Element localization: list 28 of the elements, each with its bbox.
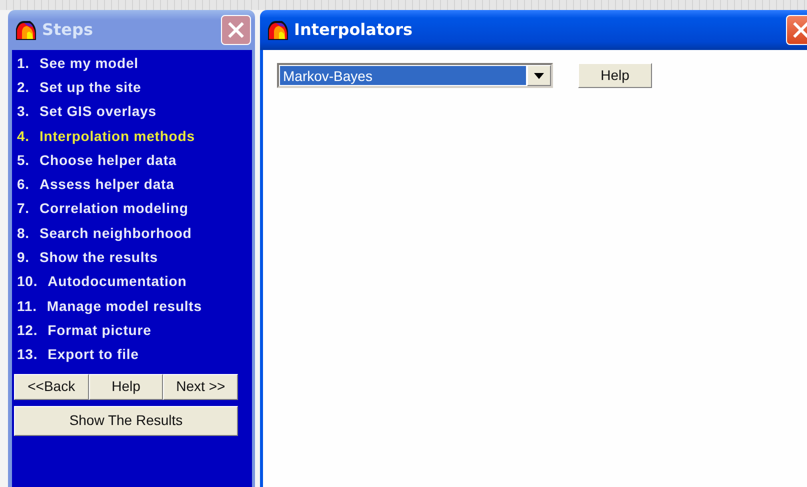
step-item[interactable]: 6. Assess helper data — [14, 172, 250, 197]
app-icon — [14, 19, 38, 41]
step-item[interactable]: 4. Interpolation methods — [14, 124, 250, 148]
show-results-button[interactable]: Show The Results — [14, 406, 238, 436]
close-button[interactable] — [221, 15, 251, 45]
help-button[interactable]: Help — [578, 63, 652, 88]
method-dropdown[interactable]: Markov-Bayes — [277, 63, 553, 88]
step-item[interactable]: 3. Set GIS overlays — [14, 100, 250, 124]
nav-button[interactable]: <<Back — [14, 374, 89, 400]
step-item[interactable]: 9. Show the results — [14, 245, 250, 270]
step-item[interactable]: 8. Search neighborhood — [14, 221, 250, 246]
step-item[interactable]: 12. Format picture — [14, 318, 250, 343]
app-icon — [266, 19, 290, 41]
step-item[interactable]: 11. Manage model results — [14, 294, 250, 318]
dropdown-arrow-icon — [534, 72, 544, 78]
step-item[interactable]: 13. Export to file — [14, 342, 250, 367]
window-title: Steps — [42, 19, 94, 41]
step-item[interactable]: 1. See my model — [14, 51, 250, 76]
close-button[interactable] — [786, 15, 807, 45]
step-item[interactable]: 5. Choose helper data — [14, 148, 250, 172]
window-title: Interpolators — [294, 19, 414, 41]
step-item[interactable]: 2. Set up the site — [14, 75, 250, 100]
close-icon — [228, 19, 244, 41]
step-item[interactable]: 7. Correlation modeling — [14, 196, 250, 222]
nav-button[interactable]: Help — [88, 374, 164, 400]
step-item[interactable]: 10. Autodocumentation — [14, 270, 250, 294]
close-icon — [793, 19, 807, 41]
nav-button[interactable]: Next >> — [163, 374, 238, 400]
